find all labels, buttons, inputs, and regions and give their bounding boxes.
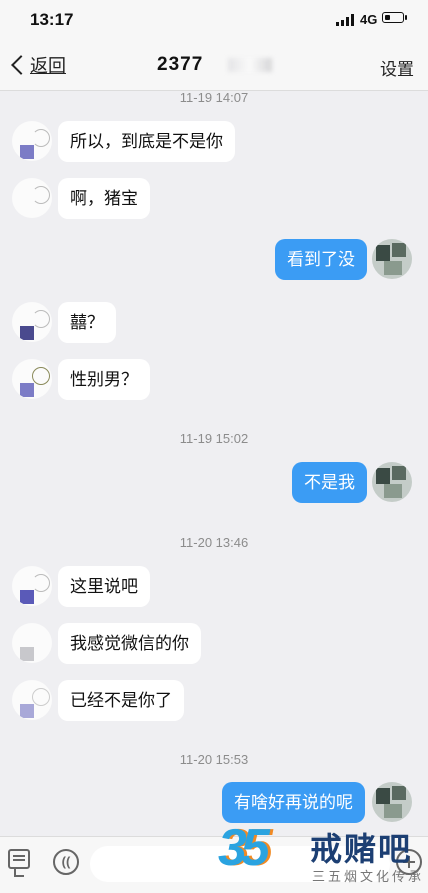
- watermark-number: 35: [218, 819, 270, 877]
- watermark-logo: 35 戒赌吧 三五烟文化传承: [218, 818, 428, 890]
- outgoing-message[interactable]: 看到了没: [275, 239, 367, 280]
- contact-avatar[interactable]: [12, 178, 52, 218]
- network-type: 4G: [360, 12, 378, 27]
- nav-bar: 返回 2377 设置: [0, 40, 428, 91]
- incoming-message[interactable]: 我感觉微信的你: [58, 623, 201, 664]
- battery-icon: [382, 12, 407, 23]
- incoming-message[interactable]: 所以，到底是不是你: [58, 121, 235, 162]
- contact-avatar[interactable]: [12, 623, 52, 663]
- contact-avatar[interactable]: [12, 302, 52, 342]
- my-avatar[interactable]: [372, 239, 412, 279]
- incoming-message[interactable]: 性别男？: [58, 359, 150, 400]
- back-button[interactable]: 返回: [8, 52, 66, 78]
- chat-title: 2377: [157, 54, 204, 75]
- contact-avatar[interactable]: [12, 359, 52, 399]
- my-avatar[interactable]: [372, 462, 412, 502]
- keyboard-icon[interactable]: [8, 849, 30, 877]
- outgoing-message[interactable]: 不是我: [292, 462, 367, 503]
- contact-avatar[interactable]: [12, 680, 52, 720]
- voice-icon[interactable]: ((: [53, 849, 79, 875]
- back-label: 返回: [30, 56, 66, 76]
- redacted-title-part: [228, 58, 272, 72]
- contact-avatar[interactable]: [12, 566, 52, 606]
- message-timestamp: 11-20 15:53: [179, 752, 249, 767]
- incoming-message[interactable]: 这里说吧: [58, 566, 150, 607]
- chevron-left-icon: [11, 55, 31, 75]
- watermark-slogan: 三五烟文化传承: [312, 870, 425, 885]
- status-time: 13:17: [30, 10, 74, 29]
- incoming-message[interactable]: 囍？: [58, 302, 116, 343]
- incoming-message[interactable]: 啊，猪宝: [58, 178, 150, 219]
- incoming-message[interactable]: 已经不是你了: [58, 680, 184, 721]
- settings-button[interactable]: 设置: [380, 55, 414, 80]
- outgoing-message[interactable]: 有啥好再说的呢: [222, 782, 365, 823]
- message-timestamp: 11-19 15:02: [179, 431, 249, 446]
- message-timestamp: 11-20 13:46: [179, 535, 249, 550]
- signal-icon: [336, 14, 356, 26]
- message-timestamp: 11-19 14:07: [179, 90, 249, 105]
- my-avatar[interactable]: [372, 782, 412, 822]
- contact-avatar[interactable]: [12, 121, 52, 161]
- watermark-name: 戒赌吧: [310, 831, 413, 867]
- status-bar: 13:17 4G: [0, 0, 428, 40]
